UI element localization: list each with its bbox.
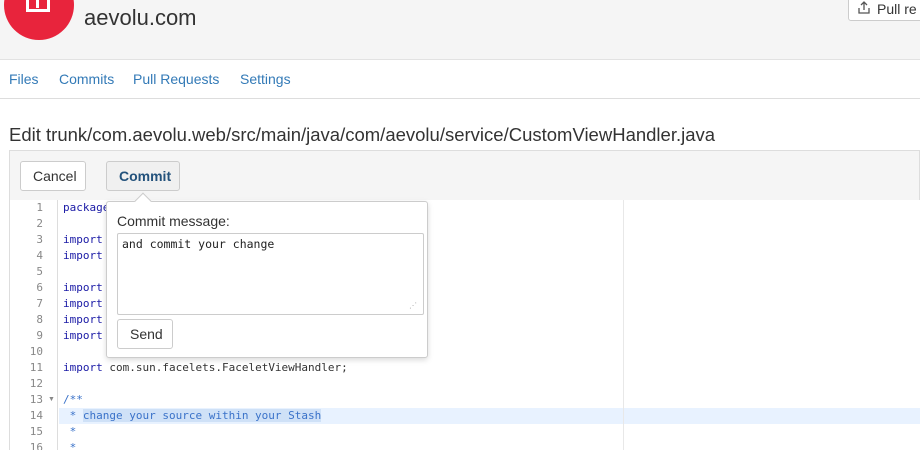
line-number: 3	[36, 233, 43, 246]
send-button[interactable]: Send	[117, 319, 173, 349]
line-number: 1	[36, 201, 43, 214]
line-number: 12	[29, 377, 43, 390]
code-line: *	[63, 440, 77, 450]
line-number: 8	[36, 313, 43, 326]
line-number: 4	[36, 249, 43, 262]
tab-commits[interactable]: Commits	[59, 71, 114, 87]
box-logo-icon[interactable]	[4, 0, 74, 40]
line-number: 16	[29, 441, 43, 450]
selected-text: change your source within your Stash	[82, 409, 322, 422]
keyword: package	[63, 201, 110, 214]
code-line: *	[63, 424, 77, 440]
keyword: import	[63, 313, 103, 326]
keyword: import	[63, 361, 103, 374]
tab-settings[interactable]: Settings	[240, 71, 291, 87]
code-line: /**	[63, 392, 83, 408]
resize-grip-icon[interactable]: ⋰	[409, 302, 419, 312]
fold-arrow-icon[interactable]: ▼	[48, 392, 55, 408]
code-line: import	[63, 296, 103, 312]
code-line: package	[63, 200, 109, 216]
commit-message-label: Commit message:	[117, 213, 230, 229]
commit-button[interactable]: Commit	[106, 161, 180, 191]
code-line: import	[63, 328, 103, 344]
page-title: Edit trunk/com.aevolu.web/src/main/java/…	[9, 124, 716, 145]
code-line: import	[63, 280, 103, 296]
keyword: import	[63, 329, 103, 342]
editor-toolbar: Cancel Commit	[9, 150, 920, 200]
upload-icon	[858, 1, 870, 14]
commit-message-input[interactable]	[117, 233, 424, 315]
line-number: 15	[29, 425, 43, 438]
repo-header: aevolu.com Pull re	[0, 0, 920, 60]
pull-request-button-label: Pull re	[877, 1, 917, 17]
line-number: 2	[36, 217, 43, 230]
line-number-gutter: 1 2 3 4 5 6 7 8 9 10 11 12 13 ▼ 14 15 16	[10, 200, 58, 450]
code-line: import	[63, 232, 103, 248]
code-text: /**	[63, 393, 83, 406]
code-text: com.sun.facelets.FaceletViewHandler;	[102, 361, 348, 374]
code-line: import	[63, 312, 103, 328]
line-number: 9	[36, 329, 43, 342]
keyword: import	[63, 233, 103, 246]
line-number: 14	[29, 409, 43, 422]
line-number: 7	[36, 297, 43, 310]
code-text: *	[63, 441, 77, 450]
pull-request-button[interactable]: Pull re	[848, 0, 920, 21]
site-title[interactable]: aevolu.com	[84, 5, 197, 31]
commit-message-popover: Commit message: ⋰ Send	[106, 192, 428, 358]
tab-pull-requests[interactable]: Pull Requests	[133, 71, 219, 87]
line-number: 11	[29, 361, 43, 374]
print-margin	[623, 200, 624, 450]
line-number: 13	[29, 393, 43, 406]
code-line: import	[63, 248, 103, 264]
line-number: 5	[36, 265, 43, 278]
tab-files[interactable]: Files	[9, 71, 39, 87]
cancel-button[interactable]: Cancel	[20, 161, 86, 191]
line-number: 6	[36, 281, 43, 294]
repo-nav: Files Commits Pull Requests Settings	[0, 61, 920, 99]
code-text: *	[63, 425, 77, 438]
keyword: import	[63, 281, 103, 294]
code-text: *	[63, 409, 83, 422]
keyword: import	[63, 249, 103, 262]
line-number: 10	[29, 345, 43, 358]
code-line: import com.sun.facelets.FaceletViewHandl…	[63, 360, 348, 376]
keyword: import	[63, 297, 103, 310]
code-line: * change your source within your Stash	[63, 408, 322, 424]
